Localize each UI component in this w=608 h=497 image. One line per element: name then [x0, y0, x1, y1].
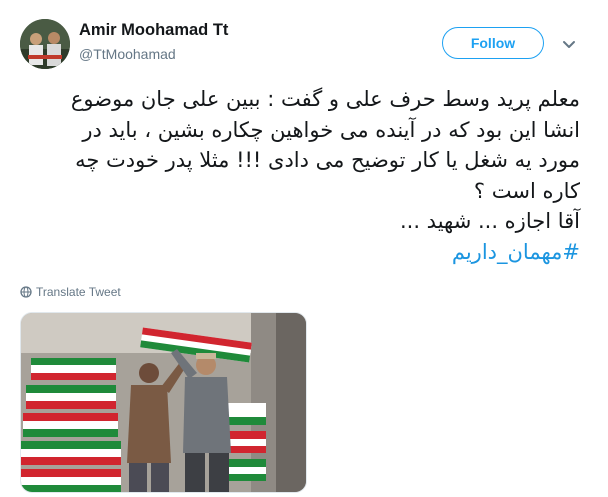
tweet-text-line: کاره است ؟ [473, 178, 580, 203]
avatar[interactable] [20, 19, 70, 69]
tweet-photo[interactable] [20, 312, 307, 493]
globe-icon [20, 286, 32, 298]
chevron-down-icon[interactable] [561, 36, 577, 52]
hashtag-link[interactable]: #مهمان_داریم [452, 240, 580, 264]
tweet-text-line: آقا اجازه ... شهید ... [399, 209, 580, 233]
author-display-name[interactable]: Amir Moohamad Tt [79, 21, 228, 40]
author-handle[interactable]: @TtMoohamad [79, 46, 176, 62]
tweet-text-line: انشا این بود که در آینده می خواهین چکاره… [82, 117, 580, 142]
translate-tweet-label: Translate Tweet [36, 285, 121, 299]
tweet-text-line: معلم پرید وسط حرف علی و گفت : ببین علی ج… [70, 87, 580, 111]
tweet-text-line: مورد یه شغل یا کار توضیح می دادی !!! مثل… [75, 148, 580, 172]
follow-button[interactable]: Follow [442, 27, 544, 59]
photo-image [21, 313, 306, 492]
translate-tweet-link[interactable]: Translate Tweet [20, 285, 121, 299]
tweet-text: معلم پرید وسط حرف علی و گفت : ببین علی ج… [18, 84, 580, 267]
